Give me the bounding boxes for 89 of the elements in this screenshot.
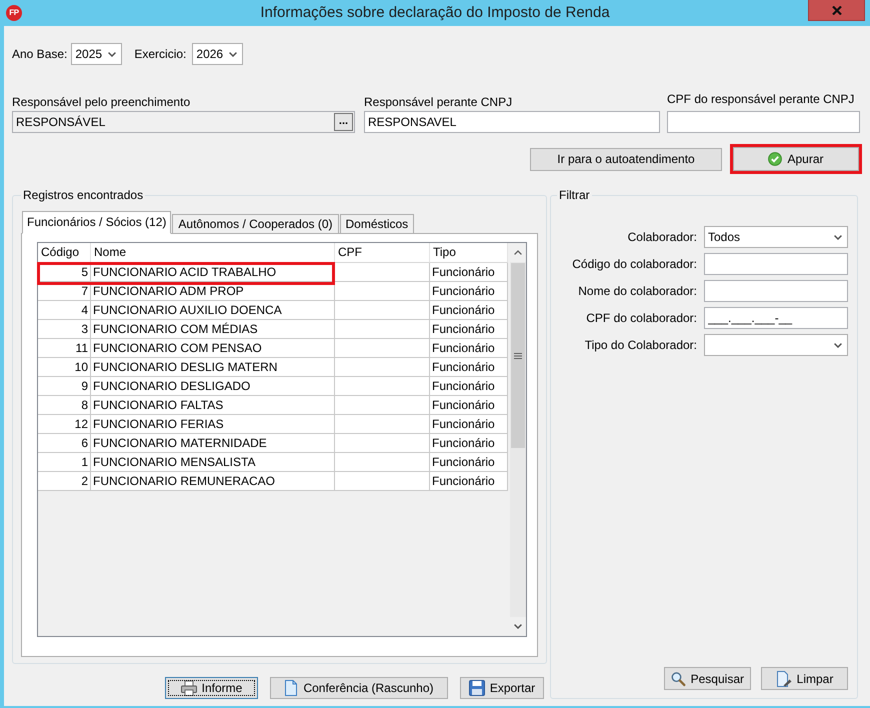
base-year-select[interactable]: 2025 xyxy=(71,43,122,65)
chevron-down-icon xyxy=(834,342,842,348)
report-button[interactable]: Informe xyxy=(165,677,258,699)
chevron-down-icon xyxy=(108,52,116,56)
table-cell: 1 xyxy=(38,453,91,472)
table-cell: FUNCIONARIO AUXILIO DOENCA xyxy=(91,301,335,320)
table-cell: FUNCIONARIO FERIAS xyxy=(91,415,335,434)
column-header[interactable]: Código xyxy=(38,243,91,263)
tab[interactable]: Autônomos / Cooperados (0) xyxy=(172,214,338,234)
table-cell: Funcionário xyxy=(430,301,508,320)
table-cell: Funcionário xyxy=(430,472,508,491)
table-cell: Funcionário xyxy=(430,358,508,377)
table-cell: Funcionário xyxy=(430,377,508,396)
collaborator-name-field[interactable] xyxy=(704,280,848,302)
check-circle-icon xyxy=(768,152,782,166)
printer-icon xyxy=(180,680,197,696)
magnifier-icon xyxy=(671,670,686,686)
draft-check-button[interactable]: Conferência (Rascunho) xyxy=(270,677,448,699)
scroll-up-button[interactable] xyxy=(510,243,526,262)
field-label: CPF do responsável perante CNPJ xyxy=(667,92,856,106)
field-label: Nome do colaborador: xyxy=(577,284,697,298)
collaborator-cpf-field[interactable]: ___.___.___-__ xyxy=(704,307,848,329)
field-label: Tipo do Colaborador: xyxy=(584,338,697,352)
column-header[interactable]: Nome xyxy=(91,243,335,263)
chevron-down-icon xyxy=(514,624,522,629)
tab[interactable]: Domésticos xyxy=(340,214,414,234)
table-cell: FUNCIONARIO MATERNIDADE xyxy=(91,434,335,453)
page-pencil-icon xyxy=(776,670,792,686)
close-button[interactable] xyxy=(808,0,865,21)
table-cell: 2 xyxy=(38,472,91,491)
table-cell: FUNCIONARIO DESLIG MATERN xyxy=(91,358,335,377)
collaborator-type-select[interactable] xyxy=(704,334,848,356)
calculate-button[interactable]: Apurar xyxy=(733,147,859,171)
table-cell: FUNCIONARIO COM PENSAO xyxy=(91,339,335,358)
table-cell: 10 xyxy=(38,358,91,377)
chevron-down-icon xyxy=(834,234,842,240)
table-cell: FUNCIONARIO MENSALISTA xyxy=(91,453,335,472)
collaborator-code-field[interactable] xyxy=(704,253,848,275)
table-cell: Funcionário xyxy=(430,415,508,434)
column-header[interactable]: CPF xyxy=(335,243,430,263)
app-logo: FP xyxy=(6,5,22,21)
table-cell: Funcionário xyxy=(430,282,508,301)
export-button[interactable]: Exportar xyxy=(460,677,544,699)
window-title: Informações sobre declaração do Imposto de Renda xyxy=(260,3,610,23)
field-label: Ano Base: xyxy=(12,47,68,61)
scrollbar-thumb[interactable] xyxy=(511,263,525,448)
table-cell: Funcionário xyxy=(430,434,508,453)
table-cell: Funcionário xyxy=(430,453,508,472)
table-cell: Funcionário xyxy=(430,339,508,358)
table-cell: 12 xyxy=(38,415,91,434)
collaborator-select[interactable]: Todos xyxy=(704,226,848,248)
cnpj-responsible-field[interactable]: RESPONSAVEL xyxy=(364,111,660,133)
fiscal-year-select[interactable]: 2026 xyxy=(192,43,244,65)
scroll-down-button[interactable] xyxy=(510,617,526,636)
search-button[interactable]: Pesquisar xyxy=(664,667,751,690)
clear-button[interactable]: Limpar xyxy=(761,667,848,690)
table-cell: 4 xyxy=(38,301,91,320)
close-icon xyxy=(832,6,842,14)
field-label: Responsável pelo preenchimento xyxy=(12,95,192,109)
table-cell: Funcionário xyxy=(430,263,508,282)
table-cell: Funcionário xyxy=(430,396,508,415)
field-label: Código do colaborador: xyxy=(571,257,697,271)
tab[interactable]: Funcionários / Sócios (12) xyxy=(22,211,172,234)
filler-lookup-field[interactable]: RESPONSÁVEL ... xyxy=(12,111,355,133)
document-icon xyxy=(284,680,298,696)
field-label: Responsável perante CNPJ xyxy=(364,95,514,109)
chevron-down-icon xyxy=(229,52,238,56)
table-cell: 9 xyxy=(38,377,91,396)
group-title: Filtrar xyxy=(558,188,591,202)
group-title: Registros encontrados xyxy=(22,188,144,202)
grip-icon xyxy=(514,352,522,358)
table-cell: 8 xyxy=(38,396,91,415)
table-cell: Funcionário xyxy=(430,320,508,339)
cpf-responsible-field[interactable] xyxy=(667,111,860,133)
self-service-button[interactable]: Ir para o autoatendimento xyxy=(530,148,722,170)
table-cell: 11 xyxy=(38,339,91,358)
scrollbar[interactable] xyxy=(509,243,526,636)
chevron-up-icon xyxy=(514,250,522,255)
table-cell: 6 xyxy=(38,434,91,453)
table-cell: FUNCIONARIO FALTAS xyxy=(91,396,335,415)
ellipsis-button[interactable]: ... xyxy=(334,113,353,131)
table-cell: 3 xyxy=(38,320,91,339)
field-label: Exercicio: xyxy=(134,47,186,61)
table-cell: FUNCIONARIO DESLIGADO xyxy=(91,377,335,396)
table-cell: FUNCIONARIO COM MÉDIAS xyxy=(91,320,335,339)
column-header[interactable]: Tipo xyxy=(430,243,508,263)
field-label: Colaborador: xyxy=(626,230,697,244)
field-label: CPF do colaborador: xyxy=(585,311,697,325)
table-cell: FUNCIONARIO REMUNERACAO xyxy=(91,472,335,491)
